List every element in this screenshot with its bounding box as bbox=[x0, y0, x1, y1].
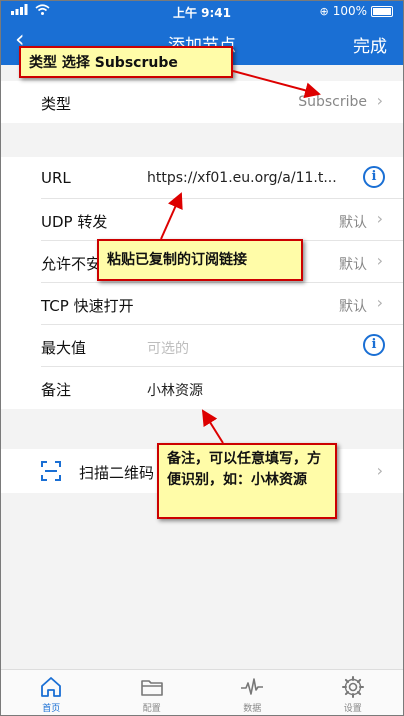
chevron-right-icon: › bbox=[376, 251, 383, 270]
form-content: 类型 Subscribe › URL https://xf01.eu.org/a… bbox=[1, 65, 403, 669]
callout-note-hint: 备注，可以任意填写，方便识别，如：小林资源 bbox=[157, 443, 337, 519]
qr-scan-icon bbox=[41, 461, 61, 481]
max-label: 最大值 bbox=[41, 339, 87, 357]
phone-screen: 上午 9:41 ⊕ 100% ‹ 添加节点 完成 类型 Subscribe › … bbox=[0, 0, 404, 716]
battery-icon bbox=[371, 5, 393, 17]
tab-data[interactable]: 数据 bbox=[202, 670, 303, 715]
orientation-lock-icon: ⊕ bbox=[319, 4, 329, 18]
tab-home[interactable]: 首页 bbox=[1, 670, 102, 715]
tab-label: 配置 bbox=[142, 704, 161, 714]
callout-type-hint: 类型 选择 Subscrube bbox=[19, 46, 233, 78]
info-icon[interactable]: i bbox=[363, 334, 385, 356]
udp-label: UDP 转发 bbox=[41, 213, 108, 231]
tab-label: 首页 bbox=[42, 704, 61, 714]
battery-percent: 100% bbox=[332, 4, 367, 18]
home-icon bbox=[41, 677, 62, 697]
callout-paste-hint: 粘贴已复制的订阅链接 bbox=[97, 239, 303, 281]
insecure-value: 默认 bbox=[339, 257, 367, 273]
note-row[interactable]: 备注 小林资源 bbox=[41, 367, 403, 409]
note-label: 备注 bbox=[41, 381, 72, 399]
done-button[interactable]: 完成 bbox=[353, 32, 387, 57]
type-label: 类型 bbox=[41, 95, 72, 113]
type-value: Subscribe bbox=[298, 94, 367, 110]
chevron-right-icon: › bbox=[376, 461, 383, 480]
status-bar: 上午 9:41 ⊕ 100% bbox=[1, 1, 403, 21]
url-input[interactable]: https://xf01.eu.org/a/11.t... bbox=[147, 170, 337, 186]
pulse-icon bbox=[241, 678, 264, 695]
url-label: URL bbox=[41, 169, 71, 187]
folder-icon bbox=[140, 680, 163, 696]
url-row[interactable]: URL https://xf01.eu.org/a/11.t... i bbox=[41, 157, 403, 199]
tab-label: 设置 bbox=[343, 704, 362, 714]
tab-settings[interactable]: 设置 bbox=[303, 670, 404, 715]
info-icon[interactable]: i bbox=[363, 166, 385, 188]
udp-row[interactable]: UDP 转发 默认 › bbox=[41, 199, 403, 241]
settings-section: URL https://xf01.eu.org/a/11.t... i UDP … bbox=[1, 157, 403, 409]
tcp-label: TCP 快速打开 bbox=[41, 297, 134, 315]
udp-value: 默认 bbox=[339, 215, 367, 231]
chevron-right-icon: › bbox=[376, 209, 383, 228]
gear-icon bbox=[341, 676, 364, 698]
tab-bar: 首页 配置 数据 设置 bbox=[1, 669, 403, 715]
chevron-right-icon: › bbox=[376, 293, 383, 312]
chevron-right-icon: › bbox=[376, 91, 383, 110]
max-input[interactable]: 可选的 bbox=[147, 338, 189, 358]
scan-label: 扫描二维码 bbox=[79, 464, 155, 482]
type-section: 类型 Subscribe › bbox=[1, 81, 403, 123]
tcp-row[interactable]: TCP 快速打开 默认 › bbox=[41, 283, 403, 325]
status-right: ⊕ 100% bbox=[319, 4, 393, 18]
tab-label: 数据 bbox=[243, 704, 262, 714]
note-input[interactable]: 小林资源 bbox=[147, 380, 203, 400]
tcp-value: 默认 bbox=[339, 299, 367, 315]
tab-config[interactable]: 配置 bbox=[102, 670, 203, 715]
type-row[interactable]: 类型 Subscribe › bbox=[41, 81, 403, 123]
max-row[interactable]: 最大值 可选的 i bbox=[41, 325, 403, 367]
